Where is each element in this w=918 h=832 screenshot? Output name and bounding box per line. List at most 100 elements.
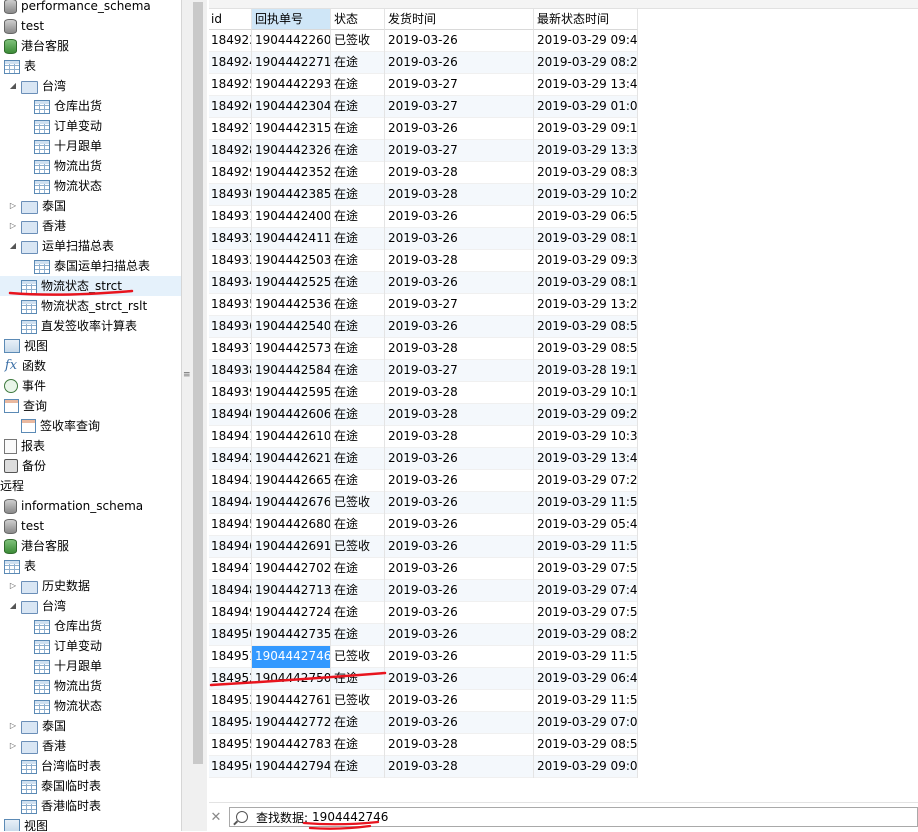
table-cell[interactable]: 2019-03-26 xyxy=(385,492,534,514)
table-cell[interactable]: 1904442702 xyxy=(252,558,331,580)
table-cell[interactable]: 2019-03-28 xyxy=(385,426,534,448)
table-cell[interactable]: 2019-03-26 xyxy=(385,272,534,294)
nav-item[interactable]: ▷ 泰国 xyxy=(0,196,181,216)
table-cell[interactable]: 在途 xyxy=(331,228,385,250)
table-row[interactable]: 1849431904442665在途2019-03-262019-03-29 0… xyxy=(209,470,638,492)
table-cell[interactable]: 2019-03-26 xyxy=(385,558,534,580)
table-row[interactable]: 1849511904442746已签收2019-03-262019-03-29 … xyxy=(209,646,638,668)
table-cell[interactable]: 在途 xyxy=(331,360,385,382)
table-cell[interactable]: 2019-03-29 09:05 xyxy=(534,756,638,778)
nav-item[interactable]: 备份 xyxy=(0,456,181,476)
table-cell[interactable]: 184943 xyxy=(209,470,252,492)
table-cell[interactable]: 2019-03-28 xyxy=(385,404,534,426)
table-cell[interactable]: 184924 xyxy=(209,52,252,74)
nav-item[interactable]: 查询 xyxy=(0,396,181,416)
table-row[interactable]: 1849291904442352在途2019-03-282019-03-29 0… xyxy=(209,162,638,184)
table-cell[interactable]: 184949 xyxy=(209,602,252,624)
table-cell[interactable]: 1904442761 xyxy=(252,690,331,712)
table-cell[interactable]: 184934 xyxy=(209,272,252,294)
table-cell[interactable]: 在途 xyxy=(331,162,385,184)
table-cell[interactable]: 184946 xyxy=(209,536,252,558)
table-cell[interactable]: 184930 xyxy=(209,184,252,206)
table-cell[interactable]: 184939 xyxy=(209,382,252,404)
table-row[interactable]: 1849281904442326在途2019-03-272019-03-29 1… xyxy=(209,140,638,162)
table-cell[interactable]: 在途 xyxy=(331,250,385,272)
table-row[interactable]: 1849391904442595在途2019-03-282019-03-29 1… xyxy=(209,382,638,404)
nav-item[interactable]: 表 xyxy=(0,56,181,76)
table-row[interactable]: 1849361904442540在途2019-03-262019-03-29 0… xyxy=(209,316,638,338)
table-cell[interactable]: 已签收 xyxy=(331,646,385,668)
find-value[interactable]: 1904442746 xyxy=(312,810,388,824)
nav-scrollbar[interactable] xyxy=(190,0,207,831)
table-cell[interactable]: 184933 xyxy=(209,250,252,272)
table-cell[interactable]: 在途 xyxy=(331,426,385,448)
table-cell[interactable]: 1904442724 xyxy=(252,602,331,624)
table-cell[interactable]: 1904442746 xyxy=(252,646,331,668)
table-cell[interactable]: 1904442750 xyxy=(252,668,331,690)
table-cell[interactable]: 2019-03-29 10:10 xyxy=(534,382,638,404)
table-cell[interactable]: 2019-03-26 xyxy=(385,118,534,140)
table-cell[interactable]: 1904442584 xyxy=(252,360,331,382)
table-cell[interactable]: 在途 xyxy=(331,558,385,580)
table-row[interactable]: 1849421904442621在途2019-03-262019-03-29 1… xyxy=(209,448,638,470)
nav-item[interactable]: ◢ 运单扫描总表 xyxy=(0,236,181,256)
table-cell[interactable]: 2019-03-28 xyxy=(385,162,534,184)
nav-item[interactable]: 远程 xyxy=(0,476,181,496)
nav-item[interactable]: 物流状态 xyxy=(0,176,181,196)
nav-item[interactable]: 仓库出货 xyxy=(0,96,181,116)
table-cell[interactable]: 2019-03-28 xyxy=(385,184,534,206)
table-row[interactable]: 1849411904442610在途2019-03-282019-03-29 1… xyxy=(209,426,638,448)
find-input[interactable]: 查找数据: 1904442746 xyxy=(229,807,918,827)
table-cell[interactable]: 1904442713 xyxy=(252,580,331,602)
collapse-arrow-icon[interactable]: ▷ xyxy=(8,196,18,216)
nav-scrollbar-thumb[interactable] xyxy=(193,2,203,764)
table-cell[interactable]: 184942 xyxy=(209,448,252,470)
table-cell[interactable]: 1904442676 xyxy=(252,492,331,514)
table-cell[interactable]: 1904442315 xyxy=(252,118,331,140)
table-cell[interactable]: 已签收 xyxy=(331,690,385,712)
table-cell[interactable]: 1904442293 xyxy=(252,74,331,96)
table-cell[interactable]: 2019-03-26 xyxy=(385,690,534,712)
table-cell[interactable]: 2019-03-29 10:38 xyxy=(534,426,638,448)
table-cell[interactable]: 2019-03-29 13:34 xyxy=(534,140,638,162)
nav-item[interactable]: 港台客服 xyxy=(0,536,181,556)
nav-item[interactable]: fx 函数 xyxy=(0,356,181,376)
nav-item[interactable]: 仓库出货 xyxy=(0,616,181,636)
table-cell[interactable]: 在途 xyxy=(331,206,385,228)
nav-item[interactable]: 十月跟单 xyxy=(0,136,181,156)
table-cell[interactable]: 在途 xyxy=(331,382,385,404)
table-cell[interactable]: 在途 xyxy=(331,140,385,162)
table-row[interactable]: 1849331904442503在途2019-03-282019-03-29 0… xyxy=(209,250,638,272)
table-cell[interactable]: 2019-03-29 09:24 xyxy=(534,404,638,426)
table-cell[interactable]: 1904442665 xyxy=(252,470,331,492)
table-row[interactable]: 1849401904442606在途2019-03-282019-03-29 0… xyxy=(209,404,638,426)
table-cell[interactable]: 2019-03-26 xyxy=(385,514,534,536)
table-row[interactable]: 1849321904442411在途2019-03-262019-03-29 0… xyxy=(209,228,638,250)
table-cell[interactable]: 184926 xyxy=(209,96,252,118)
nav-item[interactable]: test xyxy=(0,516,181,536)
table-cell[interactable]: 1904442260 xyxy=(252,30,331,52)
table-row[interactable]: 1849311904442400在途2019-03-262019-03-29 0… xyxy=(209,206,638,228)
table-row[interactable]: 1849451904442680在途2019-03-262019-03-29 0… xyxy=(209,514,638,536)
table-cell[interactable]: 1904442783 xyxy=(252,734,331,756)
nav-item[interactable]: 物流状态_strct xyxy=(0,276,181,296)
table-row[interactable]: 1849441904442676已签收2019-03-262019-03-29 … xyxy=(209,492,638,514)
table-cell[interactable]: 2019-03-26 xyxy=(385,536,534,558)
table-row[interactable]: 1849481904442713在途2019-03-262019-03-29 0… xyxy=(209,580,638,602)
table-cell[interactable]: 1904442352 xyxy=(252,162,331,184)
table-cell[interactable]: 在途 xyxy=(331,712,385,734)
table-cell[interactable]: 1904442326 xyxy=(252,140,331,162)
table-cell[interactable]: 2019-03-27 xyxy=(385,96,534,118)
table-cell[interactable]: 2019-03-29 13:26 xyxy=(534,294,638,316)
nav-item[interactable]: 签收率查询 xyxy=(0,416,181,436)
table-cell[interactable]: 184925 xyxy=(209,74,252,96)
collapse-arrow-icon[interactable]: ▷ xyxy=(8,216,18,236)
table-cell[interactable]: 2019-03-28 xyxy=(385,734,534,756)
table-cell[interactable]: 184931 xyxy=(209,206,252,228)
table-cell[interactable]: 2019-03-28 xyxy=(385,756,534,778)
collapse-arrow-icon[interactable]: ▷ xyxy=(8,576,18,596)
table-cell[interactable]: 已签收 xyxy=(331,30,385,52)
table-cell[interactable]: 184951 xyxy=(209,646,252,668)
table-cell[interactable]: 1904442411 xyxy=(252,228,331,250)
table-cell[interactable]: 184929 xyxy=(209,162,252,184)
